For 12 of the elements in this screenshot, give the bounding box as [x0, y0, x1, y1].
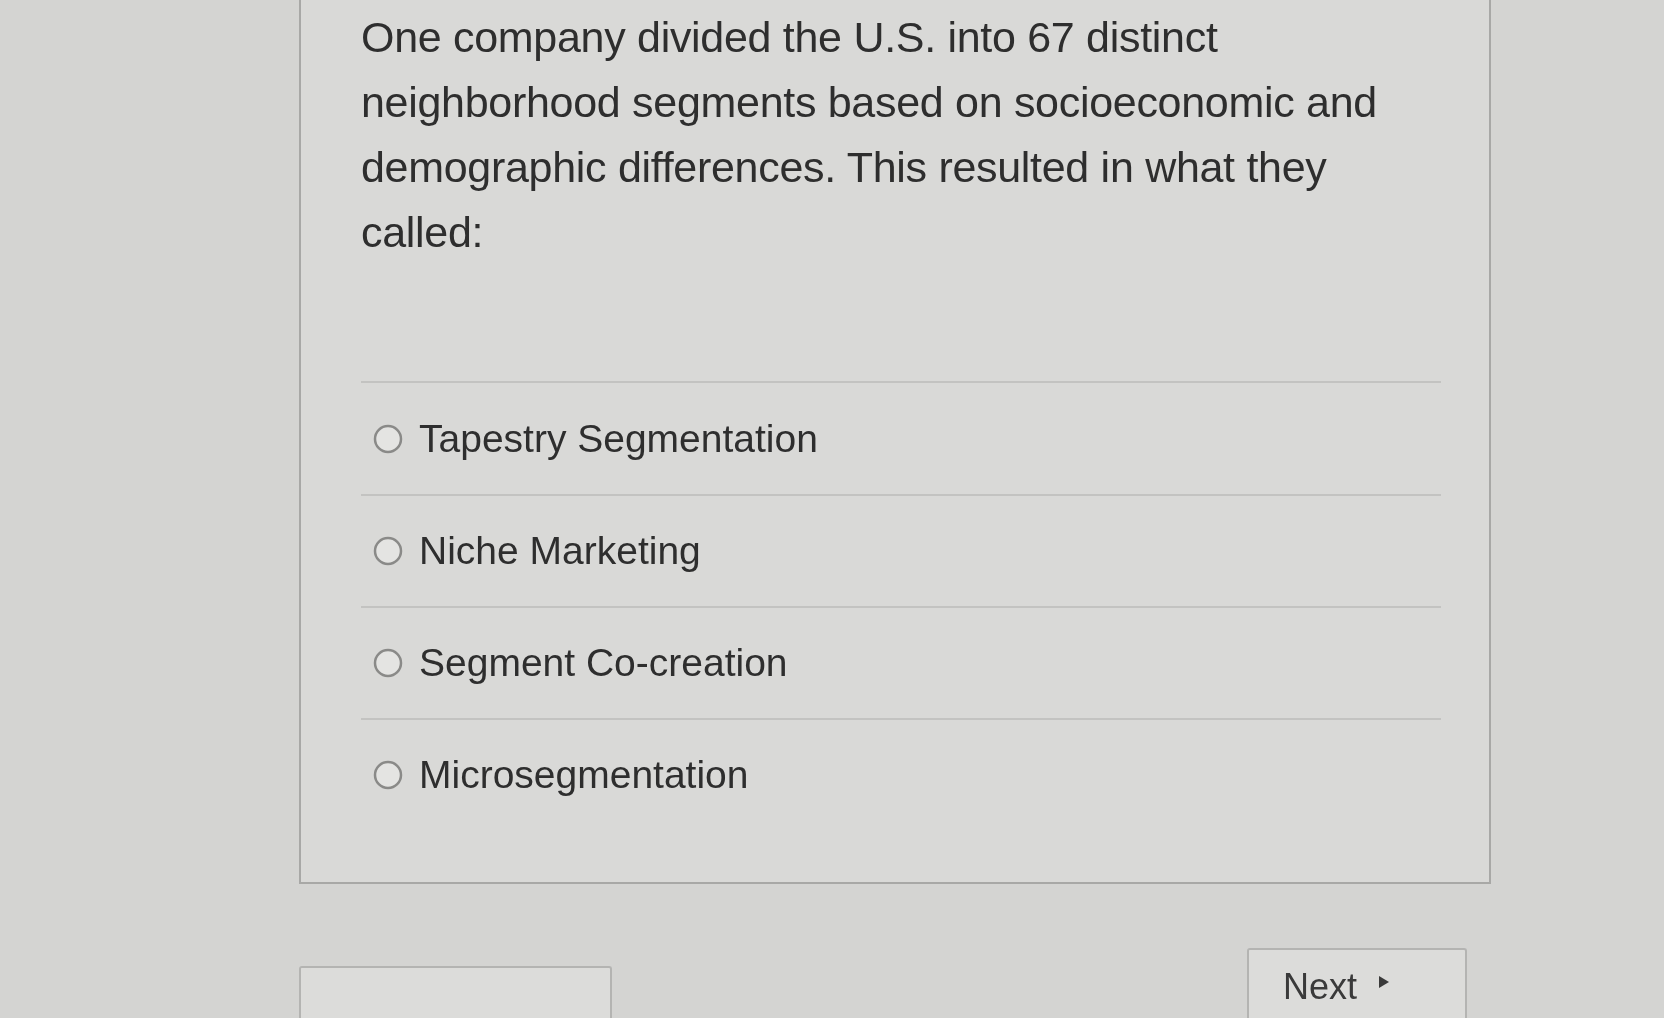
radio-button[interactable] — [373, 423, 403, 454]
answer-option[interactable]: Microsegmentation — [373, 751, 749, 799]
triangle-right-icon — [1379, 976, 1390, 988]
next-button[interactable]: Next — [1247, 948, 1467, 1018]
radio-button[interactable] — [373, 760, 403, 790]
nav-button[interactable] — [299, 966, 612, 1018]
answer-option[interactable]: Segment Co-creation — [373, 639, 788, 687]
radio-button[interactable] — [373, 648, 403, 678]
radio-button[interactable] — [373, 536, 403, 566]
answer-option[interactable]: Tapestry Segmentation — [373, 414, 818, 463]
answer-option[interactable]: Niche Marketing — [373, 527, 701, 575]
question-text: One company divided the U.S. into 67 distinct neighborhood segments based on socioeconomic and demographic differences. This resulted in what they called: — [361, 12, 1378, 258]
